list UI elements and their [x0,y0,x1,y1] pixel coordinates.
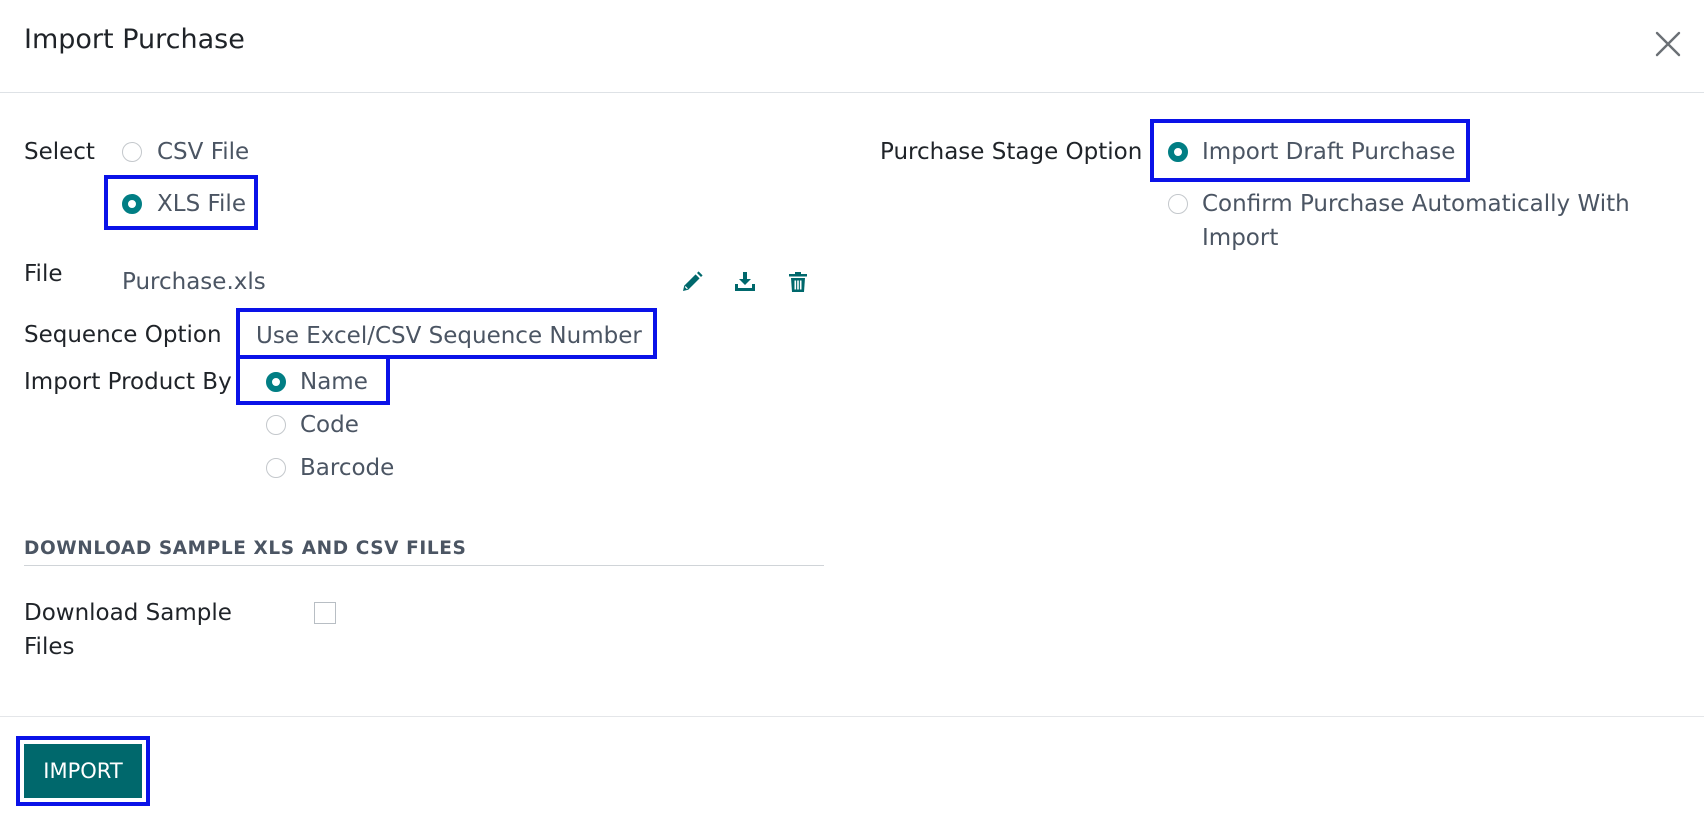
close-icon[interactable] [1652,28,1684,60]
dialog-title: Import Purchase [24,24,245,55]
radio-confirm-purchase[interactable] [1168,194,1188,214]
sequence-select[interactable]: Use Excel/CSV Sequence Number [256,319,642,353]
import-button[interactable]: IMPORT [24,744,142,798]
radio-xls-file[interactable] [122,194,142,214]
trash-icon[interactable] [784,268,812,296]
sequence-label: Sequence Option [24,322,222,348]
radio-draft-indicator[interactable] [1168,142,1188,162]
radio-code-indicator[interactable] [266,415,286,435]
radio-confirm-indicator[interactable] [1168,194,1188,214]
stage-label: Purchase Stage Option [880,139,1143,165]
radio-barcode-indicator[interactable] [266,458,286,478]
radio-csv-file[interactable] [122,142,142,162]
download-icon[interactable] [731,268,759,296]
footer-divider [0,716,1704,717]
edit-icon[interactable] [678,268,706,296]
sample-section-title: DOWNLOAD SAMPLE XLS AND CSV FILES [24,538,467,559]
radio-barcode-label[interactable]: Barcode [300,451,394,485]
radio-csv-indicator[interactable] [122,142,142,162]
sample-section-divider [24,565,824,566]
radio-product-barcode[interactable] [266,458,286,478]
radio-code-label[interactable]: Code [300,408,359,442]
product-label: Import Product By [24,369,232,395]
radio-csv-label[interactable]: CSV File [157,135,249,169]
radio-product-name[interactable] [266,372,286,392]
download-sample-checkbox[interactable] [314,602,336,624]
radio-confirm-label[interactable]: Confirm Purchase Automatically With Impo… [1202,187,1662,255]
radio-draft-purchase[interactable] [1168,142,1188,162]
select-label: Select [24,139,95,165]
radio-draft-label[interactable]: Import Draft Purchase [1202,135,1455,169]
radio-xls-indicator[interactable] [122,194,142,214]
radio-xls-label[interactable]: XLS File [157,187,246,221]
radio-name-label[interactable]: Name [300,365,368,399]
file-label: File [24,261,63,287]
radio-name-indicator[interactable] [266,372,286,392]
file-name: Purchase.xls [122,269,266,295]
radio-product-code[interactable] [266,415,286,435]
download-sample-label: Download Sample Files [24,600,232,660]
header-divider [0,92,1704,93]
